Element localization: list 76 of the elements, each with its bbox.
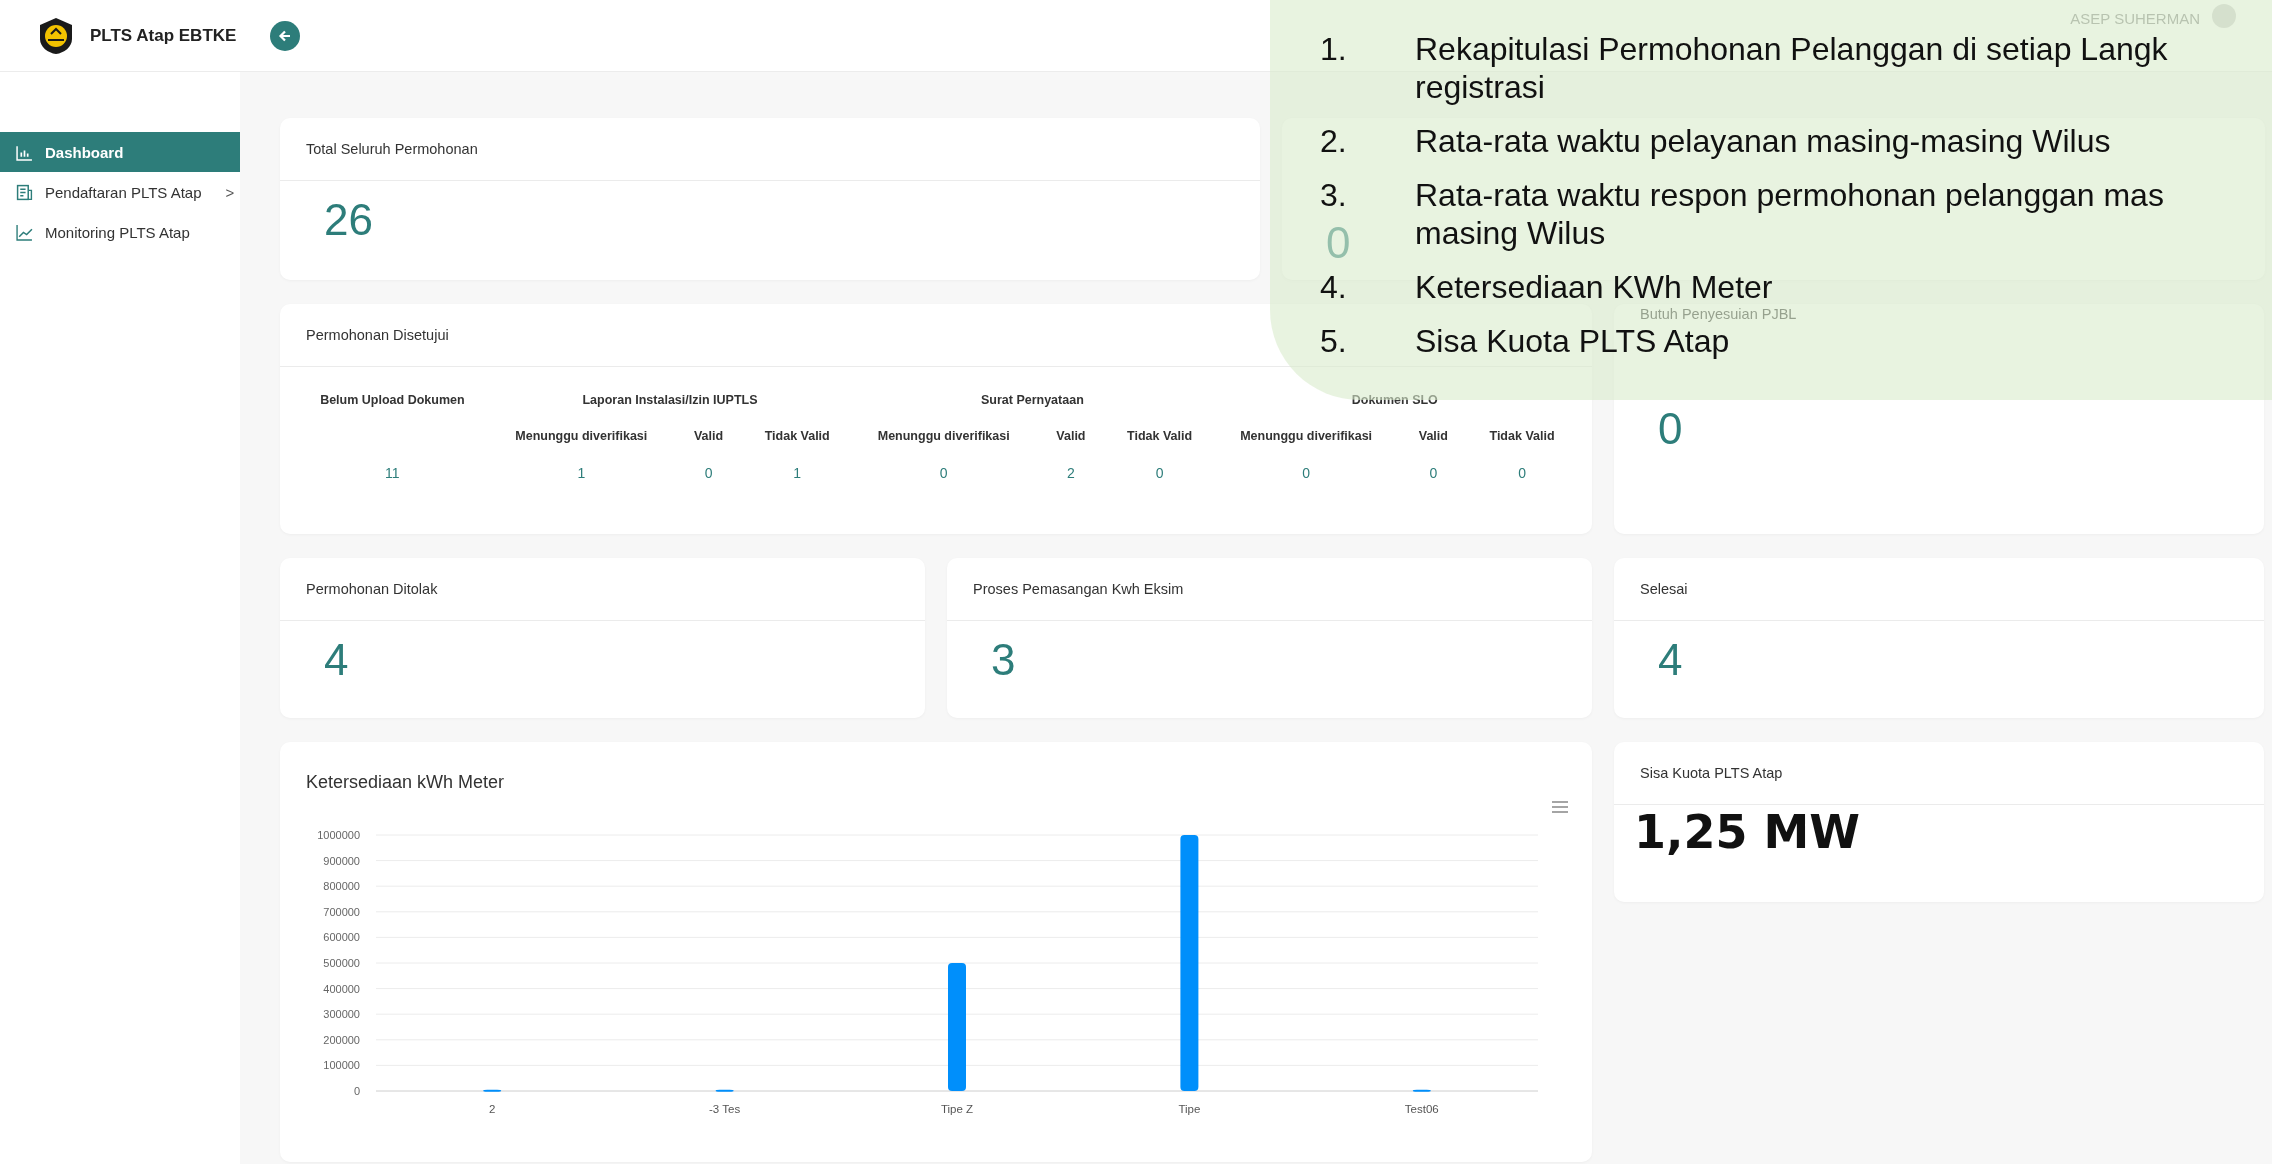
line-chart-icon [16,223,33,241]
stat-value: 4 [1658,635,1683,684]
list-number: 4. [1320,268,1348,306]
table-cell-text: 11 [384,465,401,481]
y-tick-label: 900000 [323,854,360,867]
column-header: Laporan Instalasi/Izin IUPTLS [581,393,759,407]
bar [715,1089,734,1092]
card-title: Proses Pemasangan Kwh Eksim [973,581,1184,597]
app-title: PLTS Atap EBTKE [90,25,237,46]
table-cell-text: 1 [576,465,587,481]
stat-value: 0 [1658,404,1683,453]
list-text: Ketersediaan KWh Meter [1415,268,1774,306]
column-header: Dokumen SLO [1350,393,1439,407]
column-header: Valid [1055,429,1087,443]
list-number: 1. [1320,30,1348,68]
table-cell-text: 2 [1066,465,1076,481]
sidebar-item[interactable]: Pendaftaran PLTS Atap > [0,172,240,212]
column-header: Tidak Valid [1488,429,1556,443]
x-axis-label: Tipe Z [940,1103,974,1115]
y-tick-label: 700000 [323,905,360,918]
list-number: 2. [1320,122,1348,160]
y-tick-label: 400000 [323,982,360,995]
table-cell-text: 0 [1428,465,1439,481]
y-tick-label: 200000 [323,1033,360,1046]
card-title: Sisa Kuota PLTS Atap [1640,765,1783,781]
y-tick-label: 500000 [323,957,360,969]
y-tick-label: 600000 [323,931,360,944]
list-text: Rata-rata waktu respon permohonan pelanggan mas masing Wilus [1415,176,2165,252]
y-tick-label: 1000000 [317,829,360,841]
list-number: 3. [1320,176,1348,214]
bar [1412,1089,1431,1092]
stat-value: 0 [1326,218,1351,267]
chart-title: Ketersediaan kWh Meter [306,772,505,792]
x-axis-label: Test06 [1404,1103,1439,1115]
table-cell-text: 0 [1301,465,1311,481]
stat-value: 4 [324,635,349,684]
document-icon [16,183,33,201]
x-axis-label: -3 Tes [709,1103,741,1115]
list-text: Rekapitulasi Permohonan Pelanggan di setiap Langk registrasi [1415,30,2169,106]
list-text: Rata-rata waktu pelayanan masing-masing Wilus [1415,122,2112,160]
y-tick-label: 800000 [323,880,360,893]
bar [483,1089,502,1092]
column-header: Menunggu diverifikasi [1239,429,1374,443]
stat-value: 3 [991,635,1016,684]
column-header: Tidak Valid [763,429,831,443]
card-title: Permohonan Disetujui [306,327,449,343]
table-cell-text: 0 [938,465,949,481]
column-header: Menunggu diverifikasi [876,429,1011,443]
table-cell-text: 0 [703,465,714,481]
menu-icon[interactable] [1552,801,1568,813]
table-cell-text: 0 [1517,465,1527,481]
sidebar-item[interactable]: Dashboard [0,132,240,172]
table-cell-text: 0 [1154,465,1165,481]
table-cell-text: 1 [792,465,803,481]
column-header: Belum Upload Dokumen [319,393,466,407]
x-axis-label: Tipe [1178,1103,1201,1115]
quota-value: 1,25 MW [1633,804,1861,859]
x-axis-label: 2 [489,1103,496,1115]
y-tick-label: 0 [353,1085,360,1097]
list-number: 5. [1320,322,1348,360]
card-title: Selesai [1640,581,1688,597]
back-button[interactable] [270,20,301,51]
y-tick-label: 100000 [323,1059,360,1072]
card-title: Permohonan Ditolak [306,581,438,597]
sidebar-item[interactable]: Monitoring PLTS Atap [0,212,240,252]
column-header: Tidak Valid [1126,429,1194,443]
list-text: Sisa Kuota PLTS Atap [1415,322,1731,360]
column-header: Menunggu diverifikasi [514,429,649,443]
y-tick-label: 300000 [323,1008,360,1021]
stat-value: 26 [324,195,373,244]
column-header: Valid [692,429,725,443]
card-title: Total Seluruh Permohonan [306,141,478,157]
column-header: Valid [1417,429,1449,443]
bar-chart-icon [16,143,33,161]
card-title: Butuh Penyesuian PJBL [1640,306,1797,322]
column-header: Surat Pernyataan [979,393,1085,407]
